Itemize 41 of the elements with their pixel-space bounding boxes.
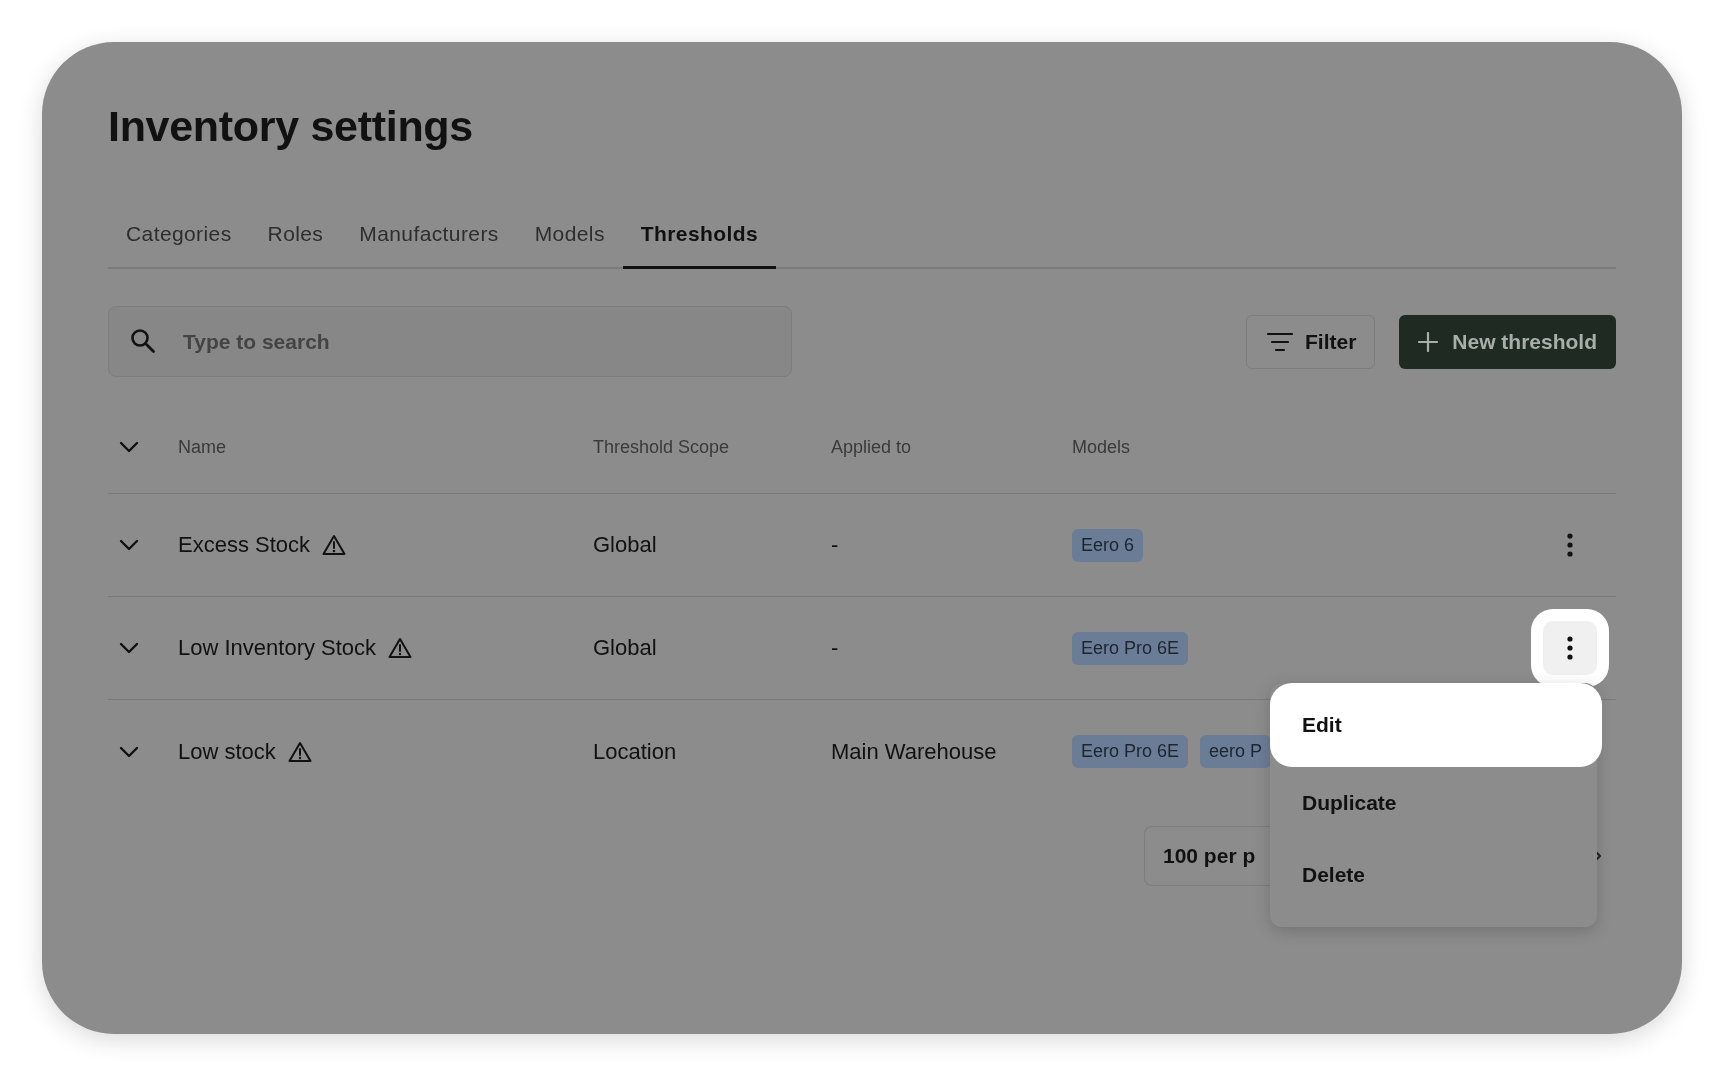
model-tag: Eero 6: [1072, 528, 1144, 562]
models-column-header: Models: [1072, 436, 1131, 458]
table-cell: -: [831, 635, 839, 661]
table-cell: Location: [593, 738, 677, 765]
search-icon: [130, 328, 156, 354]
page-size-value: 100 per p: [1163, 844, 1256, 868]
chevron-down-icon[interactable]: [119, 745, 139, 758]
page-size-select[interactable]: 100 per p: [1144, 826, 1272, 886]
menu-item[interactable]: Delete: [1270, 839, 1597, 911]
tab[interactable]: Roles: [249, 222, 342, 269]
model-tag: Eero Pro 6E: [1072, 631, 1189, 665]
vertical-dots-icon: [1567, 636, 1573, 660]
filter-button[interactable]: Filter: [1245, 314, 1376, 369]
scope-column-header: Threshold Scope: [593, 436, 730, 458]
model-tag: eero P: [1200, 735, 1272, 768]
new-threshold-button[interactable]: New threshold: [1399, 314, 1616, 369]
plus-icon: [1418, 331, 1439, 352]
chevron-down-icon[interactable]: [119, 441, 139, 453]
page-title: Inventory settings: [108, 101, 474, 152]
model-tag: Eero Pro 6E: [1072, 735, 1189, 768]
menu-item[interactable]: Edit: [1270, 683, 1602, 767]
tab[interactable]: Thresholds: [622, 222, 776, 269]
search-field[interactable]: Type to search: [108, 306, 792, 377]
table-cell: Global: [593, 532, 657, 558]
vertical-dots-icon: [1567, 533, 1573, 557]
threshold-name: Excess Stock: [178, 532, 311, 558]
menu-item[interactable]: Duplicate: [1270, 767, 1597, 839]
chevron-down-icon[interactable]: [119, 642, 139, 654]
name-column-header: Name: [178, 436, 226, 458]
applied-to-column-header: Applied to: [831, 436, 912, 458]
table-cell: Global: [593, 635, 657, 661]
chevron-down-icon[interactable]: [119, 539, 139, 551]
tab[interactable]: Manufacturers: [341, 222, 517, 269]
table-cell: -: [831, 532, 839, 558]
chevron-right-icon: [1594, 850, 1602, 862]
table-cell: Main Warehouse: [831, 738, 997, 765]
filter-icon: [1266, 331, 1293, 352]
threshold-name: Low stock: [178, 738, 276, 765]
threshold-name: Low Inventory Stock: [178, 635, 377, 661]
tab[interactable]: Models: [516, 222, 623, 269]
tab[interactable]: Categories: [108, 222, 250, 269]
